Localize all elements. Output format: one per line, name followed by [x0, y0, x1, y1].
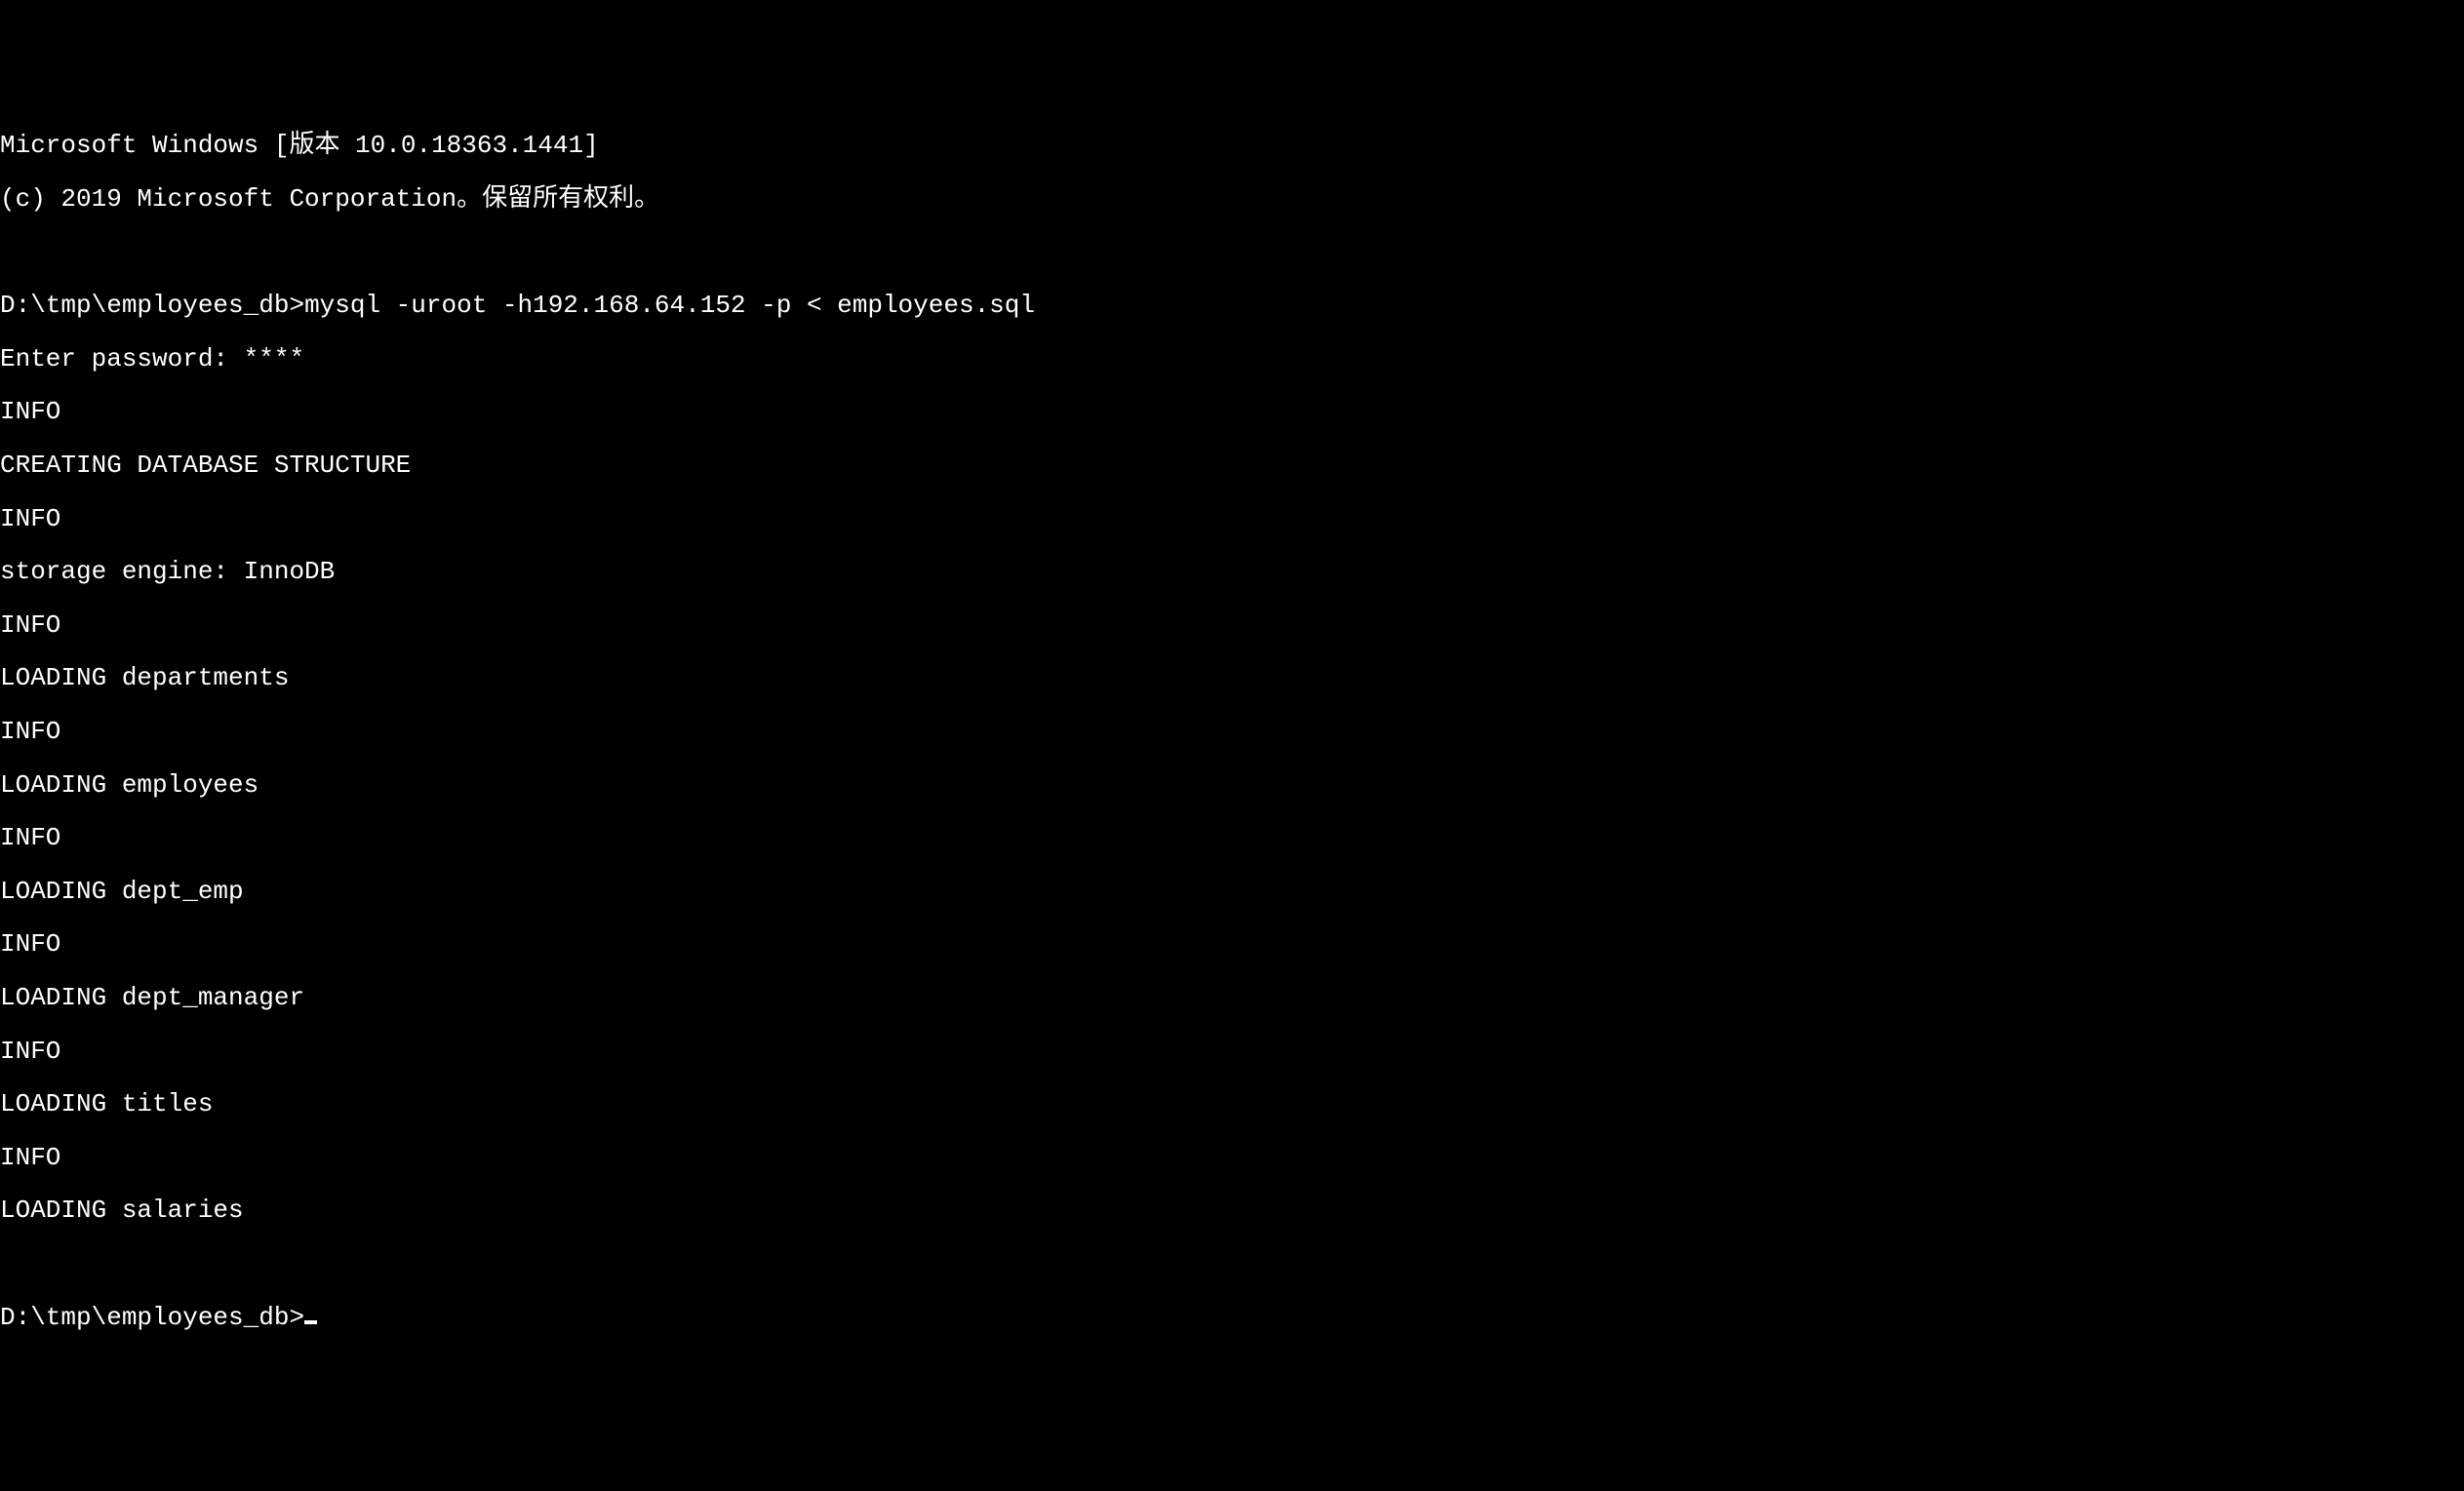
password-prompt-line: Enter password: ****	[0, 346, 2464, 373]
output-line: LOADING titles	[0, 1091, 2464, 1118]
output-line: CREATING DATABASE STRUCTURE	[0, 452, 2464, 479]
blank-line	[0, 240, 2464, 266]
output-line: INFO	[0, 612, 2464, 639]
output-line: INFO	[0, 825, 2464, 851]
cursor	[304, 1320, 317, 1324]
output-line: LOADING departments	[0, 665, 2464, 691]
output-line: INFO	[0, 931, 2464, 958]
current-prompt-line[interactable]: D:\tmp\employees_db>	[0, 1305, 2464, 1331]
output-line: INFO	[0, 719, 2464, 745]
copyright-line: (c) 2019 Microsoft Corporation。保留所有权利。	[0, 186, 2464, 213]
blank-line	[0, 1251, 2464, 1277]
command-line-1: D:\tmp\employees_db>mysql -uroot -h192.1…	[0, 293, 2464, 319]
output-line: INFO	[0, 399, 2464, 425]
output-line: storage engine: InnoDB	[0, 559, 2464, 585]
output-line: LOADING dept_emp	[0, 879, 2464, 905]
output-line: INFO	[0, 1145, 2464, 1171]
command-text: mysql -uroot -h192.168.64.152 -p < emplo…	[304, 291, 1035, 320]
output-line: INFO	[0, 1039, 2464, 1065]
prompt-path: D:\tmp\employees_db>	[0, 1305, 304, 1331]
windows-version-line: Microsoft Windows [版本 10.0.18363.1441]	[0, 133, 2464, 159]
terminal-window[interactable]: Microsoft Windows [版本 10.0.18363.1441] (…	[0, 106, 2464, 1357]
output-line: INFO	[0, 506, 2464, 532]
output-line: LOADING employees	[0, 772, 2464, 799]
output-line: LOADING salaries	[0, 1197, 2464, 1224]
output-line: LOADING dept_manager	[0, 985, 2464, 1011]
prompt-path: D:\tmp\employees_db>	[0, 291, 304, 320]
